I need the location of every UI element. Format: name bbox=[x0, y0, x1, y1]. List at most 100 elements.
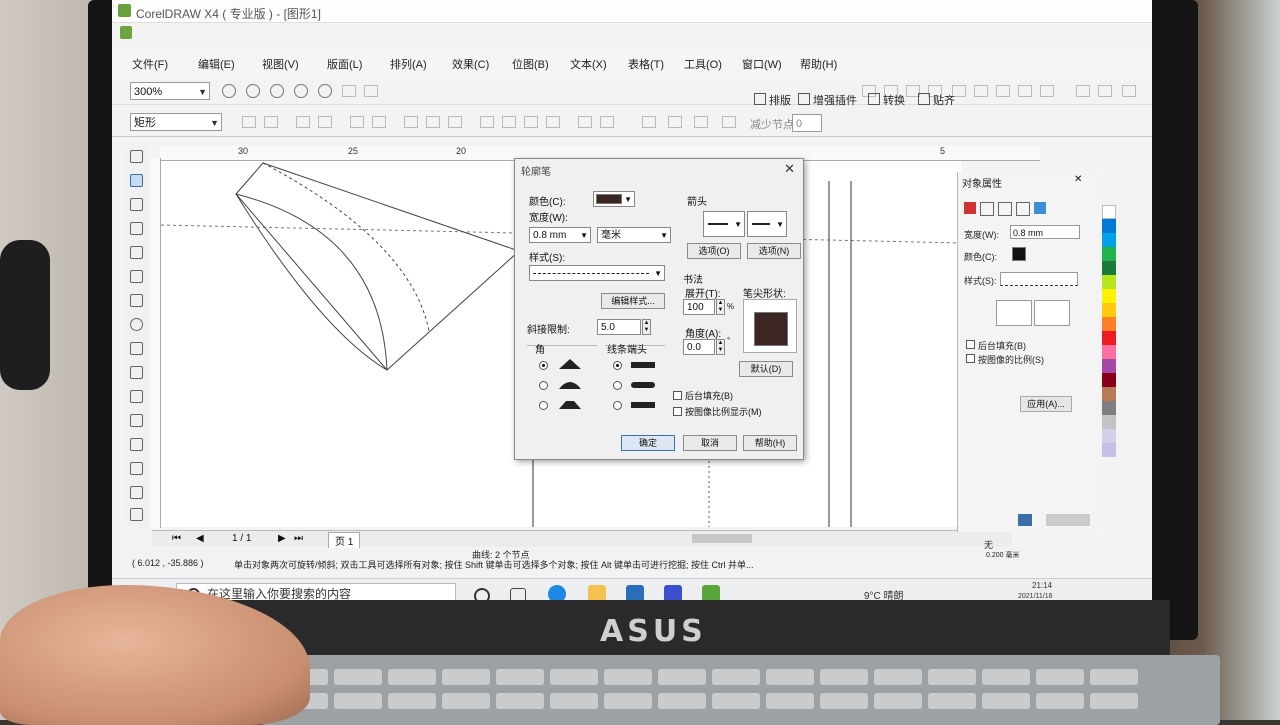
interactive-blend-tool-icon[interactable] bbox=[130, 438, 143, 451]
page-tab[interactable]: 页 1 bbox=[328, 532, 361, 549]
scale-with-image-checkbox[interactable] bbox=[673, 407, 682, 416]
text-tool-icon[interactable] bbox=[130, 390, 143, 403]
help-button[interactable]: 帮助(H) bbox=[743, 435, 797, 451]
copy-icon[interactable] bbox=[974, 85, 988, 97]
enhance-plugin-button[interactable]: 增强插件 bbox=[798, 92, 857, 108]
to-curve-icon[interactable] bbox=[372, 116, 386, 128]
options-icon[interactable] bbox=[1122, 85, 1136, 97]
smooth-node-icon[interactable] bbox=[426, 116, 440, 128]
symmetrical-node-icon[interactable] bbox=[448, 116, 462, 128]
miter-limit-input[interactable]: 5.0 bbox=[597, 319, 641, 335]
zoom-width-icon[interactable] bbox=[342, 85, 356, 97]
palette-swatch[interactable] bbox=[1102, 401, 1116, 415]
palette-swatch[interactable] bbox=[1102, 275, 1116, 289]
menu-window[interactable]: 窗口(W) bbox=[742, 56, 782, 72]
menu-text[interactable]: 文本(X) bbox=[570, 56, 607, 72]
docker-scale-image-checkbox[interactable] bbox=[966, 354, 975, 363]
snap-button[interactable]: 贴齐 bbox=[918, 92, 955, 108]
palette-swatch[interactable] bbox=[1102, 331, 1116, 345]
stretch-spinner[interactable]: ▲ ▼ bbox=[716, 299, 725, 315]
edit-style-button[interactable]: 编辑样式... bbox=[601, 293, 665, 309]
auto-close-icon[interactable] bbox=[546, 116, 560, 128]
shape-tool-icon[interactable] bbox=[130, 174, 143, 187]
outline-tab-icon[interactable] bbox=[980, 202, 994, 216]
ellipse-tool-icon[interactable] bbox=[130, 318, 143, 331]
docker-color-swatch[interactable] bbox=[1012, 247, 1026, 261]
default-nib-button[interactable]: 默认(D) bbox=[739, 361, 793, 377]
cancel-button[interactable]: 取消 bbox=[683, 435, 737, 451]
reverse-direction-icon[interactable] bbox=[480, 116, 494, 128]
undo-icon[interactable] bbox=[1018, 85, 1032, 97]
table-tool-icon[interactable] bbox=[130, 414, 143, 427]
docker-style-combo[interactable] bbox=[1000, 272, 1078, 286]
color-picker[interactable]: ▼ bbox=[593, 191, 635, 207]
menu-bitmaps[interactable]: 位图(B) bbox=[512, 56, 549, 72]
menu-tools[interactable]: 工具(O) bbox=[684, 56, 722, 72]
behind-fill-checkbox[interactable] bbox=[673, 391, 682, 400]
import-icon[interactable] bbox=[1076, 85, 1090, 97]
curve-dashed[interactable] bbox=[262, 162, 430, 332]
fill-tab-icon[interactable] bbox=[964, 202, 976, 214]
first-page-icon[interactable]: ⏮ bbox=[172, 533, 181, 544]
palette-swatch[interactable] bbox=[1102, 443, 1116, 457]
outline-tool-icon[interactable] bbox=[130, 486, 143, 499]
palette-swatch[interactable] bbox=[1102, 247, 1116, 261]
start-arrow-combo[interactable]: ▼ bbox=[703, 211, 745, 237]
delete-node-icon[interactable] bbox=[264, 116, 278, 128]
stretch-input[interactable]: 100 bbox=[683, 299, 715, 315]
palette-swatch[interactable] bbox=[1102, 233, 1116, 247]
clock-date[interactable]: 2021/11/16 bbox=[1018, 593, 1053, 600]
docker-apply-button[interactable]: 应用(A)... bbox=[1020, 396, 1072, 412]
smart-fill-tool-icon[interactable] bbox=[130, 270, 143, 283]
shape-outline[interactable] bbox=[235, 162, 520, 371]
close-icon[interactable]: ✕ bbox=[784, 161, 795, 177]
cap-round-radio[interactable] bbox=[613, 381, 622, 390]
ok-button[interactable]: 确定 bbox=[621, 435, 675, 451]
last-page-icon[interactable]: ⏭ bbox=[294, 533, 303, 544]
convert-button[interactable]: 转换 bbox=[868, 92, 905, 108]
zoom-selected-icon[interactable] bbox=[270, 84, 284, 98]
menu-help[interactable]: 帮助(H) bbox=[800, 56, 837, 72]
rotate-nodes-icon[interactable] bbox=[600, 116, 614, 128]
internet-tab-icon[interactable] bbox=[1034, 202, 1046, 214]
miter-limit-spinner[interactable]: ▲ ▼ bbox=[642, 319, 651, 335]
arrow-options-left-button[interactable]: 选项(O) bbox=[687, 243, 741, 259]
break-curve-icon[interactable] bbox=[318, 116, 332, 128]
palette-swatch[interactable] bbox=[1102, 317, 1116, 331]
menu-edit[interactable]: 编辑(E) bbox=[198, 56, 235, 72]
cusp-node-icon[interactable] bbox=[404, 116, 418, 128]
extract-subpath-icon[interactable] bbox=[524, 116, 538, 128]
cap-square-radio[interactable] bbox=[613, 401, 622, 410]
cap-butt-radio[interactable] bbox=[613, 361, 622, 370]
menu-file[interactable]: 文件(F) bbox=[132, 56, 168, 72]
crop-tool-icon[interactable] bbox=[130, 198, 143, 211]
stretch-nodes-icon[interactable] bbox=[578, 116, 592, 128]
zoom-tool-icon[interactable] bbox=[130, 222, 143, 235]
menu-effects[interactable]: 效果(C) bbox=[452, 56, 489, 72]
zoom-combo[interactable]: 300% ▼ bbox=[130, 82, 210, 100]
reflect-nodes-icon[interactable] bbox=[668, 116, 682, 128]
docker-apply-disabled[interactable] bbox=[1046, 514, 1090, 526]
join-nodes-icon[interactable] bbox=[296, 116, 310, 128]
docker-arrow-start[interactable] bbox=[996, 300, 1032, 326]
palette-swatch[interactable] bbox=[1102, 289, 1116, 303]
rectangle-tool-icon[interactable] bbox=[130, 294, 143, 307]
zoom-out-icon[interactable] bbox=[246, 84, 260, 98]
menu-table[interactable]: 表格(T) bbox=[628, 56, 664, 72]
style-combo[interactable]: ▼ bbox=[529, 265, 665, 281]
paste-icon[interactable] bbox=[996, 85, 1010, 97]
align-nodes-icon[interactable] bbox=[642, 116, 656, 128]
zoom-page-icon[interactable] bbox=[318, 84, 332, 98]
general-tab-icon[interactable] bbox=[998, 202, 1012, 216]
palette-swatch[interactable] bbox=[1102, 219, 1116, 233]
prev-page-icon[interactable]: ◀ bbox=[196, 533, 204, 544]
select-all-nodes-icon[interactable] bbox=[722, 116, 736, 128]
redo-icon[interactable] bbox=[1040, 85, 1054, 97]
polygon-tool-icon[interactable] bbox=[130, 342, 143, 355]
to-line-icon[interactable] bbox=[350, 116, 364, 128]
palette-swatch[interactable] bbox=[1102, 387, 1116, 401]
unit-combo[interactable]: 毫米 ▼ bbox=[597, 227, 671, 243]
end-arrow-combo[interactable]: ▼ bbox=[747, 211, 787, 237]
palette-swatch[interactable] bbox=[1102, 429, 1116, 443]
arrow-options-right-button[interactable]: 选项(N) bbox=[747, 243, 801, 259]
